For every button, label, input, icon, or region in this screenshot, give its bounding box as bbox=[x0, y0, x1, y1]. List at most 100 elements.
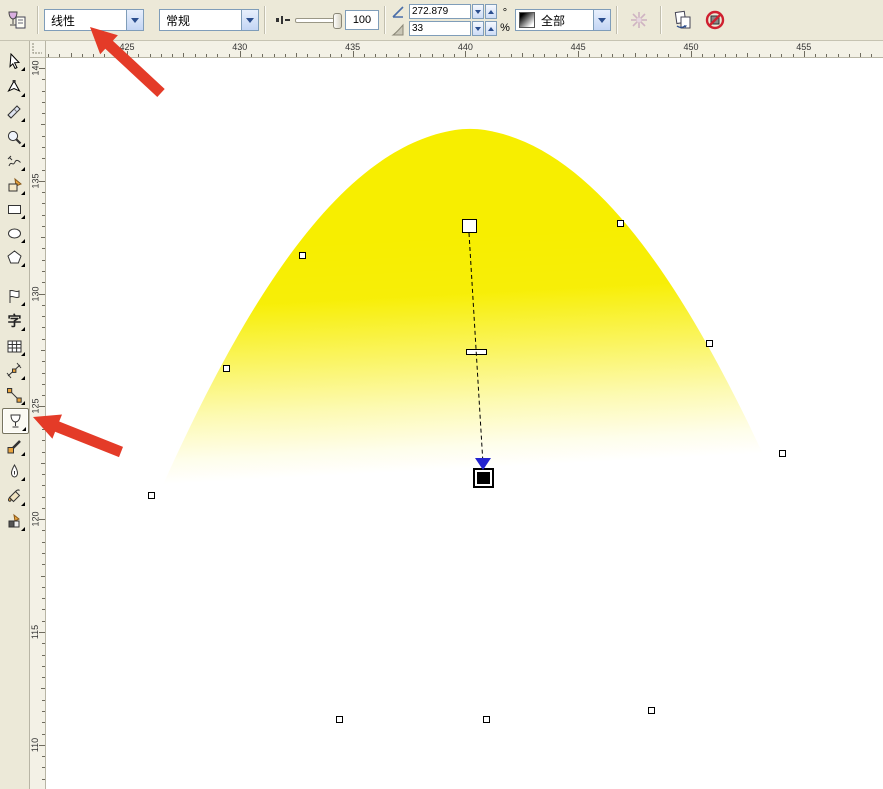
ruler-tick bbox=[781, 54, 783, 57]
flyout-indicator bbox=[21, 143, 25, 147]
slider-track[interactable] bbox=[295, 12, 342, 29]
ruler-tick bbox=[724, 54, 726, 57]
table-tool[interactable] bbox=[2, 334, 27, 358]
ruler-tick bbox=[42, 496, 45, 498]
spin-down-button[interactable] bbox=[472, 4, 484, 19]
ruler-label: 135 bbox=[30, 173, 41, 189]
ruler-tick bbox=[59, 54, 61, 57]
ruler-tick bbox=[736, 54, 738, 57]
transparency-properties-icon[interactable] bbox=[2, 6, 30, 34]
chevron-down-icon[interactable] bbox=[241, 10, 258, 30]
ruler-tick bbox=[42, 372, 45, 374]
ruler-tick bbox=[104, 54, 106, 57]
rectangle-tool[interactable] bbox=[2, 197, 27, 221]
no-transparency-icon[interactable] bbox=[701, 6, 729, 34]
starting-transparency-slider[interactable] bbox=[275, 12, 342, 29]
dimension-tool[interactable] bbox=[2, 358, 27, 382]
ruler-tick bbox=[42, 778, 45, 780]
freeze-transparency-icon[interactable] bbox=[625, 6, 653, 34]
ruler-tick bbox=[42, 259, 45, 261]
separator bbox=[37, 6, 39, 34]
ruler-tick bbox=[454, 54, 456, 57]
smart-fill-tool[interactable] bbox=[2, 173, 27, 197]
basic-shapes-tool[interactable] bbox=[2, 284, 27, 308]
interactive-fill-tool[interactable] bbox=[2, 509, 27, 533]
ruler-tick bbox=[42, 767, 45, 769]
ruler-tick bbox=[487, 54, 489, 57]
ruler-tick bbox=[848, 54, 850, 57]
ruler-tick bbox=[42, 316, 45, 318]
freehand-tool[interactable] bbox=[2, 149, 27, 173]
outline-pen-tool[interactable] bbox=[2, 459, 27, 483]
copy-transparency-icon[interactable] bbox=[669, 6, 697, 34]
ruler-tick bbox=[81, 54, 83, 57]
ruler-tick bbox=[589, 54, 591, 57]
pick-tool[interactable] bbox=[2, 49, 27, 73]
ruler-origin[interactable] bbox=[30, 41, 46, 58]
slider-thumb[interactable] bbox=[333, 12, 342, 29]
slider-handle-icon bbox=[276, 16, 290, 24]
ruler-tick bbox=[42, 192, 45, 194]
flyout-indicator bbox=[21, 239, 25, 243]
ruler-tick bbox=[42, 169, 45, 171]
transparency-operation-dropdown[interactable]: 常规 bbox=[159, 9, 259, 31]
drawing-layer bbox=[55, 128, 883, 750]
ellipse-tool[interactable] bbox=[2, 221, 27, 245]
polygon-tool[interactable] bbox=[2, 245, 27, 269]
property-bar: 线性 常规 100 272.879 33 ° % 全部 bbox=[0, 0, 883, 41]
ruler-tick bbox=[41, 575, 45, 577]
edge-pad-input[interactable] bbox=[409, 21, 471, 36]
ruler-tick bbox=[792, 54, 794, 57]
vertical-ruler[interactable]: 140 135 130 125 120 115 110 bbox=[30, 58, 46, 789]
ruler-tick bbox=[42, 609, 45, 611]
flyout-indicator bbox=[21, 352, 25, 356]
spin-down-button[interactable] bbox=[472, 21, 484, 36]
ruler-tick bbox=[510, 54, 512, 57]
starting-transparency-input[interactable] bbox=[345, 10, 379, 30]
spin-up-button[interactable] bbox=[485, 21, 497, 36]
ruler-tick bbox=[172, 54, 174, 57]
ruler-tick bbox=[42, 541, 45, 543]
flyout-indicator bbox=[21, 67, 25, 71]
ruler-tick bbox=[668, 54, 670, 57]
chevron-down-icon[interactable] bbox=[126, 10, 143, 30]
ruler-tick bbox=[826, 54, 828, 57]
ruler-tick bbox=[42, 485, 45, 487]
selected-shape[interactable] bbox=[55, 128, 883, 750]
ruler-tick bbox=[363, 54, 365, 57]
ruler-tick bbox=[42, 722, 45, 724]
flyout-indicator bbox=[21, 502, 25, 506]
ruler-tick bbox=[42, 530, 45, 532]
angle-input[interactable] bbox=[409, 4, 471, 19]
connector-tool[interactable] bbox=[2, 383, 27, 407]
ruler-tick bbox=[160, 54, 162, 57]
eyedropper-tool[interactable] bbox=[2, 434, 27, 458]
percent-unit-label: % bbox=[500, 21, 510, 34]
fill-tool[interactable] bbox=[2, 484, 27, 508]
ruler-tick bbox=[42, 665, 45, 667]
ruler-tick bbox=[42, 101, 45, 103]
ruler-label: 455 bbox=[796, 42, 812, 52]
spin-up-button[interactable] bbox=[485, 4, 497, 19]
ruler-tick bbox=[42, 203, 45, 205]
shape-tool[interactable] bbox=[2, 75, 27, 99]
ruler-label: 130 bbox=[30, 286, 41, 302]
transparency-target-dropdown[interactable]: 全部 bbox=[515, 9, 611, 31]
ruler-tick bbox=[42, 598, 45, 600]
crop-tool[interactable] bbox=[2, 100, 27, 124]
horizontal-ruler[interactable]: 425 430 435 440 445 450 455 bbox=[46, 41, 883, 58]
ruler-tick bbox=[330, 54, 332, 57]
transparency-tool[interactable] bbox=[2, 408, 29, 434]
text-tool[interactable]: 字 bbox=[2, 309, 27, 333]
ruler-tick bbox=[769, 54, 771, 57]
ruler-tick bbox=[521, 53, 523, 57]
chevron-down-icon[interactable] bbox=[593, 10, 610, 30]
ruler-label: 120 bbox=[30, 511, 41, 527]
flyout-indicator bbox=[21, 263, 25, 267]
ruler-label: 430 bbox=[232, 42, 248, 52]
flyout-indicator bbox=[21, 191, 25, 195]
toolbox: 字 bbox=[0, 41, 30, 789]
ruler-label: 115 bbox=[30, 624, 41, 640]
transparency-type-dropdown[interactable]: 线性 bbox=[44, 9, 144, 31]
zoom-tool[interactable] bbox=[2, 125, 27, 149]
